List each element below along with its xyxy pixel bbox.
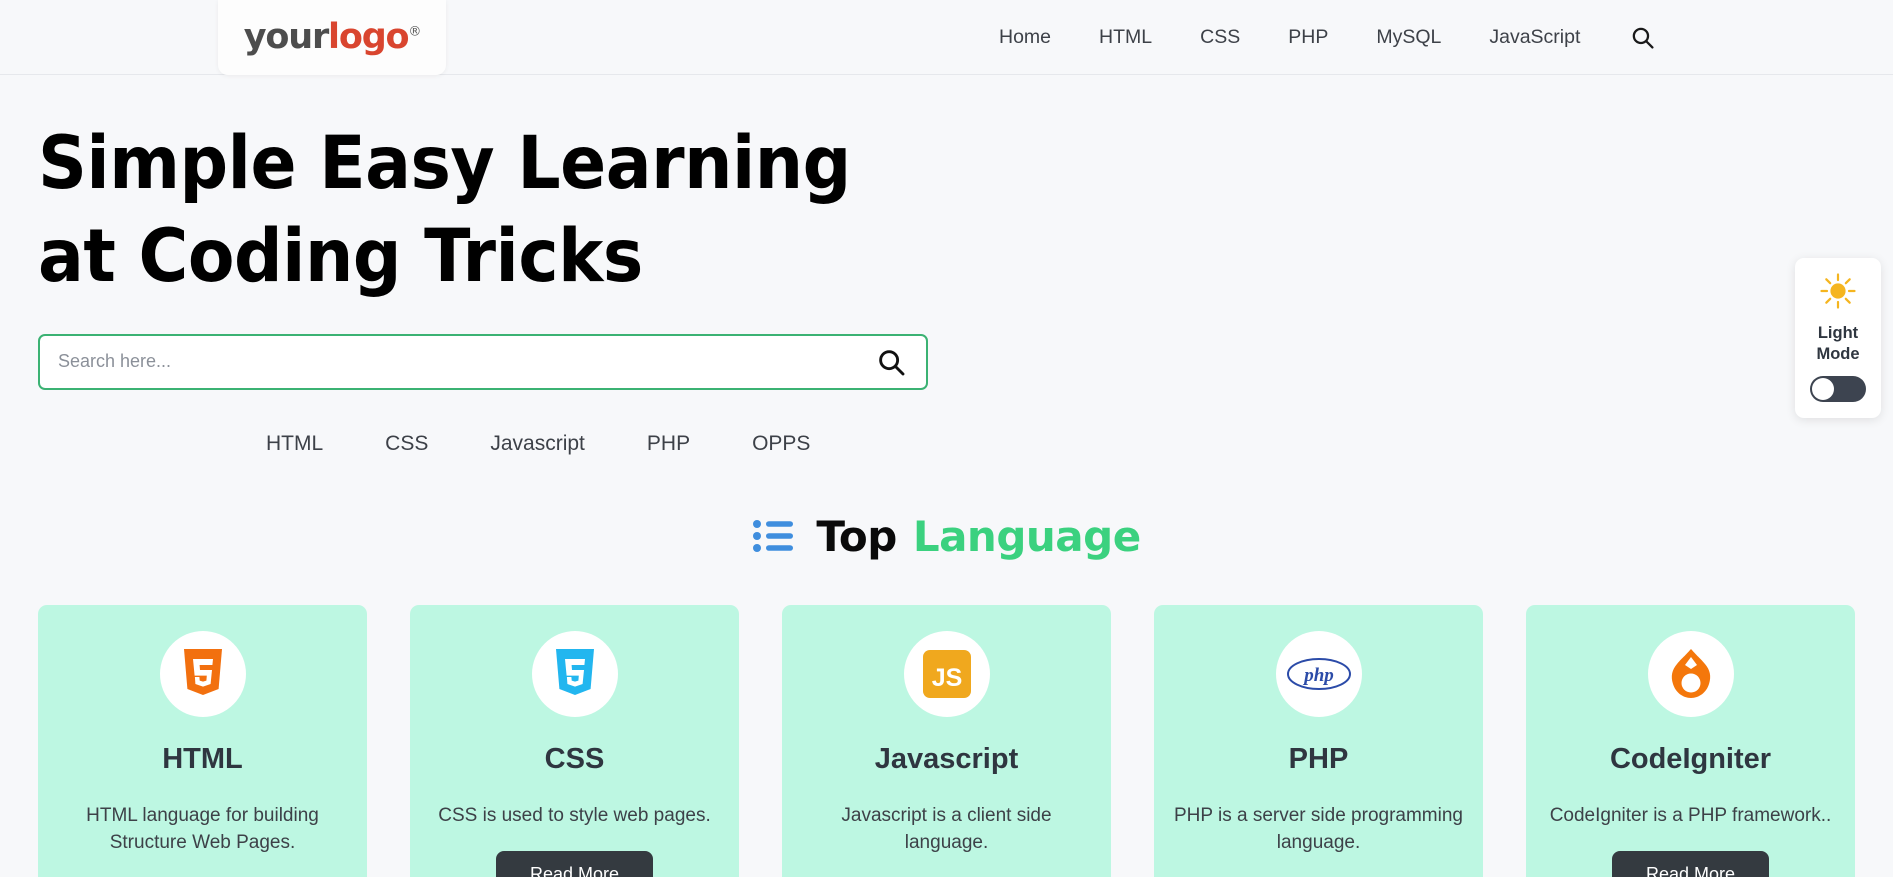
site-header: yourlogo® Home HTML CSS PHP MySQL JavaSc… [0,0,1893,75]
language-card-html[interactable]: HTML HTML language for building Structur… [38,604,367,877]
card-description: CodeIgniter is a PHP framework.. [1549,804,1832,826]
language-card-javascript[interactable]: JS Javascript Javascript is a client sid… [782,604,1111,877]
search-icon[interactable] [1630,25,1655,50]
nav-item-mysql[interactable]: MySQL [1352,26,1465,49]
logo[interactable]: yourlogo® [218,0,446,75]
card-icon-wrap [159,630,246,717]
tag-link-opps[interactable]: OPPS [752,432,872,456]
page-title-line-2: at Coding Tricks [38,214,643,300]
section-heading-text: Top Language [816,511,1141,561]
tag-link-php[interactable]: PHP [647,432,752,456]
hero-search-bar[interactable] [38,333,928,390]
top-language-heading: Top Language [0,512,1893,561]
section-heading-top: Top [816,511,897,561]
svg-text:php: php [1302,665,1334,686]
card-title: PHP [1288,742,1349,775]
logo-text-part2: logo [328,17,410,57]
search-input[interactable] [58,351,872,373]
light-mode-label: Light Mode [1816,324,1860,363]
search-submit-button[interactable] [872,347,910,377]
list-icon [752,519,794,553]
page-title-line-1: Simple Easy Learning [38,121,851,206]
language-card-php[interactable]: php PHP PHP is a server side programming… [1154,604,1483,877]
card-icon-wrap [531,630,618,717]
nav-item-home[interactable]: Home [975,26,1075,49]
css3-icon [555,648,594,695]
language-card-codeigniter[interactable]: CodeIgniter CodeIgniter is a PHP framewo… [1526,604,1855,877]
card-description: Javascript is a client side language. [841,804,1052,854]
card-read-more-button[interactable]: Read More [495,851,654,877]
nav-item-php[interactable]: PHP [1264,26,1352,49]
language-card-css[interactable]: CSS CSS is used to style web pages. Read… [410,604,739,877]
toggle-knob [1812,378,1834,401]
nav-item-html[interactable]: HTML [1075,26,1176,49]
card-title: CSS [544,742,605,775]
tag-link-html[interactable]: HTML [266,432,385,456]
card-icon-wrap [1647,630,1734,717]
php-icon: php [1286,657,1351,690]
nav-item-css[interactable]: CSS [1176,26,1264,49]
card-title: CodeIgniter [1609,742,1772,775]
light-mode-toggle[interactable] [1810,376,1866,403]
card-description: HTML language for building Structure Web… [86,804,319,854]
nav-item-javascript[interactable]: JavaScript [1465,26,1604,49]
tag-link-javascript[interactable]: Javascript [490,432,647,456]
hero-section: Simple Easy Learning at Coding Tricks HT… [0,117,1893,456]
logo-text: yourlogo® [243,17,422,57]
tag-links: HTML CSS Javascript PHP OPPS [266,432,1893,456]
javascript-icon: JS [922,649,971,698]
sun-icon [1820,273,1856,309]
card-description: CSS is used to style web pages. [438,804,711,826]
html5-icon [183,648,222,695]
codeigniter-icon [1671,648,1710,698]
card-title: HTML [162,742,243,775]
search-icon [879,350,905,376]
card-title: Javascript [874,742,1019,775]
card-read-more-button[interactable]: Read More [1611,851,1770,877]
registered-mark: ® [408,24,421,40]
section-heading-language: Language [912,511,1141,561]
card-icon-wrap: JS [903,630,990,717]
main-navigation: Home HTML CSS PHP MySQL JavaScript [975,0,1655,75]
card-icon-wrap: php [1275,630,1362,717]
logo-text-part1: your [243,17,329,57]
svg-text:JS: JS [931,664,962,692]
tag-link-css[interactable]: CSS [385,432,490,456]
language-card-grid: HTML HTML language for building Structur… [0,604,1893,877]
page-title: Simple Easy Learning at Coding Tricks [38,117,1763,304]
light-mode-widget[interactable]: Light Mode [1795,258,1881,419]
card-description: PHP is a server side programming languag… [1174,804,1463,854]
